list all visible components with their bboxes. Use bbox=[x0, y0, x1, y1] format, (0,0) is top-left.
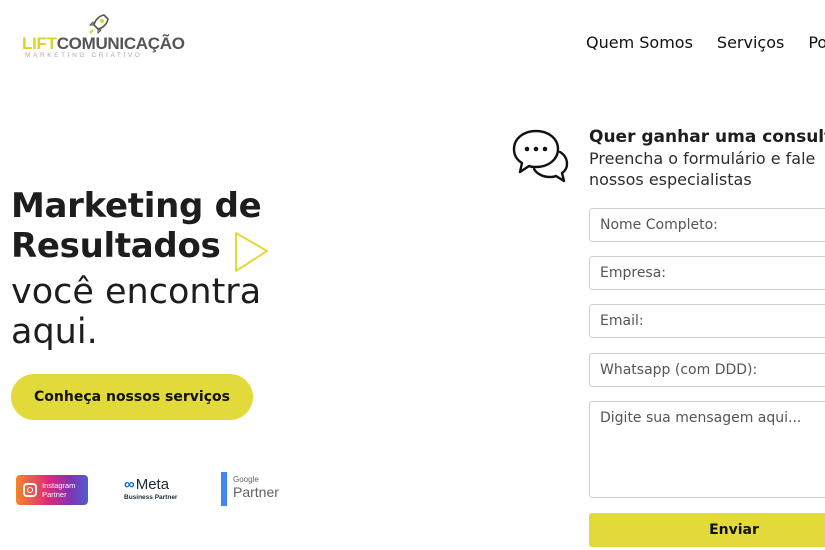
google-partner-text: Google Partner bbox=[233, 472, 279, 506]
chat-bubbles-icon bbox=[512, 129, 569, 183]
services-cta-button[interactable]: Conheça nossos serviços bbox=[11, 374, 253, 420]
instagram-partner-line2: Partner bbox=[42, 490, 67, 499]
google-partner-badge: Google Partner bbox=[221, 472, 279, 506]
hero-title-line1: Marketing de bbox=[11, 186, 262, 226]
form-header: Quer ganhar uma consulto Preencha o form… bbox=[589, 127, 825, 190]
brand-name-lift: LIFT bbox=[22, 34, 57, 53]
hero-subtitle: você encontra aqui. bbox=[11, 272, 261, 352]
brand-name: LIFTCOMUNICAÇÃO bbox=[22, 34, 185, 54]
rocket-icon bbox=[88, 14, 109, 35]
submit-button[interactable]: Enviar bbox=[589, 513, 825, 547]
meta-partner-sub: Business Partner bbox=[124, 494, 178, 501]
nav-item-servicos[interactable]: Serviços bbox=[717, 33, 784, 52]
hero-sub-line2: aqui. bbox=[11, 312, 98, 352]
instagram-partner-line1: Instagram bbox=[42, 481, 76, 490]
play-triangle-icon bbox=[235, 232, 268, 272]
google-partner-big: Partner bbox=[233, 484, 279, 500]
brand-tagline: MARKETING CRIATIVO bbox=[25, 52, 143, 59]
instagram-partner-text: Instagram Partner bbox=[42, 481, 75, 499]
instagram-partner-badge: Instagram Partner bbox=[16, 475, 88, 505]
nav-item-quem-somos[interactable]: Quem Somos bbox=[586, 33, 693, 52]
meta-infinity-icon: ∞ bbox=[124, 476, 135, 493]
meta-partner-badge: ∞ Meta Business Partner bbox=[124, 476, 194, 506]
whatsapp-field[interactable] bbox=[589, 353, 825, 387]
instagram-icon bbox=[23, 483, 37, 497]
form-sub-line2: nossos especialistas bbox=[589, 170, 752, 189]
hero-title-line2: Resultados bbox=[11, 226, 221, 266]
hero-title: Marketing de Resultados bbox=[11, 186, 262, 266]
google-partner-bar bbox=[221, 472, 227, 506]
meta-logo: ∞ Meta bbox=[124, 476, 194, 493]
name-field[interactable] bbox=[589, 208, 825, 242]
company-field[interactable] bbox=[589, 256, 825, 290]
meta-name: Meta bbox=[135, 476, 170, 493]
message-field[interactable] bbox=[589, 401, 825, 498]
form-subheading: Preencha o formulário e fale nossos espe… bbox=[589, 148, 825, 190]
brand-name-comunicacao: COMUNICAÇÃO bbox=[56, 34, 185, 53]
brand-logo[interactable]: LIFTCOMUNICAÇÃO MARKETING CRIATIVO bbox=[22, 12, 185, 60]
main-nav: Quem Somos Serviços Po bbox=[586, 33, 825, 52]
email-field[interactable] bbox=[589, 304, 825, 338]
hero-sub-line1: você encontra bbox=[11, 272, 262, 312]
nav-item-truncated[interactable]: Po bbox=[808, 33, 825, 52]
form-heading: Quer ganhar uma consulto bbox=[589, 127, 825, 147]
form-sub-line1: Preencha o formulário e fale bbox=[589, 149, 816, 168]
